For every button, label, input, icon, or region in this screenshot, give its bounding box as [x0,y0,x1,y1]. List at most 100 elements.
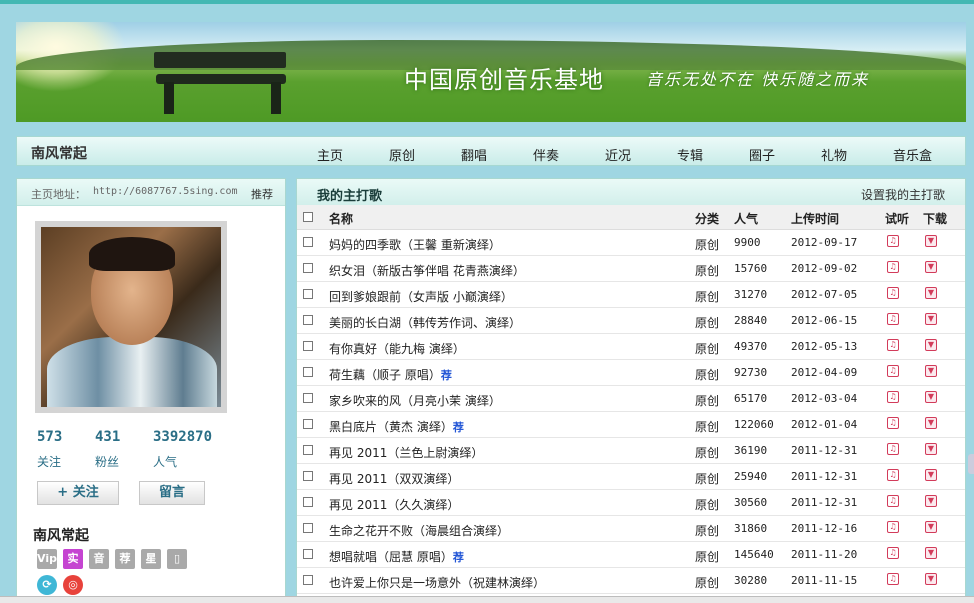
song-title[interactable]: 想唱就唱（屈慧 原唱） [329,550,453,564]
row-checkbox[interactable] [303,419,313,429]
song-title[interactable]: 妈妈的四季歌（王馨 重新演绎） [329,238,501,252]
song-title[interactable]: 生命之花开不败（海晨组合演绎） [329,524,509,538]
nav-item-original[interactable]: 原创 [389,145,415,164]
avatar[interactable] [35,221,227,413]
listen-icon[interactable]: ♫ [887,287,899,299]
song-title[interactable]: 荷生藕（顺子 原唱） [329,368,441,382]
listen-icon[interactable]: ♫ [887,391,899,403]
star-badge-icon[interactable]: 星 [141,549,161,569]
row-checkbox[interactable] [303,393,313,403]
row-checkbox[interactable] [303,471,313,481]
stat-following-label[interactable]: 关注 [37,453,61,470]
listen-icon[interactable]: ♫ [887,365,899,377]
mobile-badge-icon[interactable]: ▯ [167,549,187,569]
song-upload-date: 2011-12-31 [791,444,858,457]
song-name[interactable]: 再见 2011（双双演绎） [329,470,459,487]
row-checkbox[interactable] [303,549,313,559]
row-checkbox[interactable] [303,315,313,325]
song-title[interactable]: 美丽的长白湖（韩传芳作词、演绎） [329,316,521,330]
song-title[interactable]: 再见 2011（兰色上尉演绎） [329,446,483,460]
scrollbar-handle[interactable] [968,454,974,474]
nav-item-status[interactable]: 近况 [605,145,631,164]
stat-following-count[interactable]: 573 [37,429,62,445]
listen-icon[interactable]: ♫ [887,235,899,247]
song-name[interactable]: 回到爹娘跟前（女声版 小巅演绎） [329,288,513,305]
listen-icon[interactable]: ♫ [887,261,899,273]
listen-icon[interactable]: ♫ [887,573,899,585]
nav-item-circle[interactable]: 圈子 [749,145,775,164]
listen-icon[interactable]: ♫ [887,547,899,559]
stat-fans-count[interactable]: 431 [95,429,120,445]
listen-icon[interactable]: ♫ [887,313,899,325]
download-icon[interactable]: ▼ [925,339,937,351]
address-url[interactable]: http://6087767.5sing.com [93,186,238,197]
song-name[interactable]: 家乡吹来的风（月亮小茉 演绎） [329,392,501,409]
download-icon[interactable]: ▼ [925,365,937,377]
row-checkbox[interactable] [303,497,313,507]
song-name[interactable]: 有你真好（能九梅 演绎） [329,340,465,357]
row-checkbox[interactable] [303,341,313,351]
set-featured-songs-link[interactable]: 设置我的主打歌 [861,186,945,203]
music-badge-icon[interactable]: 音 [89,549,109,569]
message-button[interactable]: 留言 [139,481,205,505]
download-icon[interactable]: ▼ [925,261,937,273]
song-title[interactable]: 织女泪（新版古筝伴唱 花青燕演绎） [329,264,525,278]
song-name[interactable]: 妈妈的四季歌（王馨 重新演绎） [329,236,501,253]
nav-item-albums[interactable]: 专辑 [677,145,703,164]
song-title[interactable]: 黑白底片（黄杰 演绎） [329,420,453,434]
vip-badge-icon[interactable]: Vip [37,549,57,569]
song-name[interactable]: 也许爱上你只是一场意外（祝建林演绎） [329,574,545,591]
song-name[interactable]: 再见 2011（久久演绎） [329,496,459,513]
download-icon[interactable]: ▼ [925,287,937,299]
nav-item-home[interactable]: 主页 [317,145,343,164]
recommend-badge-icon[interactable]: 荐 [115,549,135,569]
recommend-link[interactable]: 推荐 [251,186,273,202]
song-name[interactable]: 黑白底片（黄杰 演绎）荐 [329,418,464,435]
listen-icon[interactable]: ♫ [887,521,899,533]
download-icon[interactable]: ▼ [925,573,937,585]
download-icon[interactable]: ▼ [925,235,937,247]
stat-fans-label[interactable]: 粉丝 [95,453,119,470]
listen-icon[interactable]: ♫ [887,443,899,455]
listen-icon[interactable]: ♫ [887,417,899,429]
row-checkbox[interactable] [303,237,313,247]
select-all-checkbox[interactable] [303,212,313,222]
download-icon[interactable]: ▼ [925,495,937,507]
song-title[interactable]: 也许爱上你只是一场意外（祝建林演绎） [329,576,545,590]
download-icon[interactable]: ▼ [925,521,937,533]
song-title[interactable]: 家乡吹来的风（月亮小茉 演绎） [329,394,501,408]
song-title[interactable]: 回到爹娘跟前（女声版 小巅演绎） [329,290,513,304]
weibo-badge-icon[interactable]: ◎ [63,575,83,595]
row-checkbox[interactable] [303,523,313,533]
song-name[interactable]: 想唱就唱（屈慧 原唱）荐 [329,548,464,565]
download-icon[interactable]: ▼ [925,443,937,455]
row-checkbox[interactable] [303,263,313,273]
row-checkbox[interactable] [303,367,313,377]
song-name[interactable]: 织女泪（新版古筝伴唱 花青燕演绎） [329,262,525,279]
song-name[interactable]: 生命之花开不败（海晨组合演绎） [329,522,509,539]
listen-icon[interactable]: ♫ [887,339,899,351]
nav-item-musicbox[interactable]: 音乐盒 [893,145,932,164]
follow-button[interactable]: + 关注 [37,481,119,505]
listen-icon[interactable]: ♫ [887,469,899,481]
download-icon[interactable]: ▼ [925,469,937,481]
download-icon[interactable]: ▼ [925,313,937,325]
verified-badge-icon[interactable]: 实 [63,549,83,569]
listen-icon[interactable]: ♫ [887,495,899,507]
row-checkbox[interactable] [303,575,313,585]
song-name[interactable]: 荷生藕（顺子 原唱）荐 [329,366,452,383]
nav-item-gifts[interactable]: 礼物 [821,145,847,164]
download-icon[interactable]: ▼ [925,417,937,429]
download-icon[interactable]: ▼ [925,547,937,559]
nav-item-cover[interactable]: 翻唱 [461,145,487,164]
nav-item-accompaniment[interactable]: 伴奏 [533,145,559,164]
song-title[interactable]: 再见 2011（久久演绎） [329,498,459,512]
song-name[interactable]: 美丽的长白湖（韩传芳作词、演绎） [329,314,521,331]
song-name[interactable]: 再见 2011（兰色上尉演绎） [329,444,483,461]
download-icon[interactable]: ▼ [925,391,937,403]
song-title[interactable]: 再见 2011（双双演绎） [329,472,459,486]
song-title[interactable]: 有你真好（能九梅 演绎） [329,342,465,356]
row-checkbox[interactable] [303,445,313,455]
refresh-badge-icon[interactable]: ⟳ [37,575,57,595]
row-checkbox[interactable] [303,289,313,299]
